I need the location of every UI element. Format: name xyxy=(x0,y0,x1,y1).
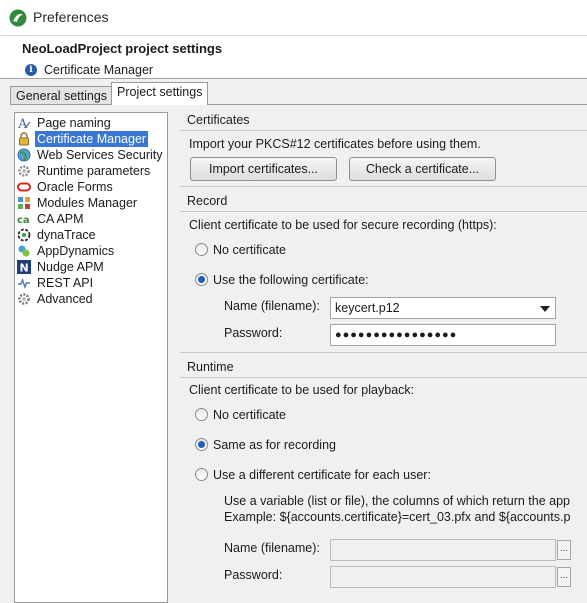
info-icon: i xyxy=(25,64,37,76)
runtime-description: Client certificate to be used for playba… xyxy=(189,383,415,397)
lock-icon xyxy=(19,132,29,146)
ca-icon: ca xyxy=(17,215,30,226)
runtime-name-browse-button[interactable]: ... xyxy=(557,540,571,560)
check-certificate-button[interactable]: Check a certificate... xyxy=(349,157,496,181)
tree-item-label: REST API xyxy=(37,276,94,290)
runtime-no-certificate-radio[interactable] xyxy=(195,408,208,421)
import-certificates-button[interactable]: Import certificates... xyxy=(190,157,337,181)
runtime-name-label: Name (filename): xyxy=(224,541,320,555)
runtime-hint-line2: Example: ${accounts.certificate}=cert_03… xyxy=(224,510,571,524)
tree-item-label: Modules Manager xyxy=(37,196,138,210)
runtime-password-label: Password: xyxy=(224,568,283,582)
record-password-field[interactable]: ●●●●●●●●●●●●●●●● xyxy=(330,324,556,346)
runtime-no-certificate-label[interactable]: No certificate xyxy=(213,408,286,422)
rest-icon xyxy=(18,277,30,290)
window-title: Preferences xyxy=(33,9,109,25)
runtime-password-browse-button[interactable]: ... xyxy=(557,567,571,587)
tree-item-label: dynaTrace xyxy=(37,228,96,242)
section-divider xyxy=(180,130,587,131)
record-section-title: Record xyxy=(187,194,228,208)
tree-item-label: Nudge APM xyxy=(37,260,104,274)
settings-header: NeoLoadProject project settings i Certif… xyxy=(0,36,587,78)
tree-item-label: AppDynamics xyxy=(37,244,115,258)
tree-item-label: Page naming xyxy=(37,116,111,130)
record-description: Client certificate to be used for secure… xyxy=(189,218,497,232)
dynatrace-icon xyxy=(17,228,31,242)
chevron-down-icon[interactable] xyxy=(540,306,550,312)
tree-item-label: Runtime parameters xyxy=(37,164,151,178)
certificates-section-title: Certificates xyxy=(187,113,250,127)
runtime-section-title: Runtime xyxy=(187,360,234,374)
settings-tree[interactable]: A Page naming Certificate Manager Web Se… xyxy=(14,112,168,603)
svg-text:A: A xyxy=(17,117,28,130)
header-divider xyxy=(0,78,587,79)
runtime-different-certificate-label[interactable]: Use a different certificate for each use… xyxy=(213,468,431,482)
app-logo-icon xyxy=(9,9,27,27)
runtime-same-as-recording-label[interactable]: Same as for recording xyxy=(213,438,336,452)
record-use-certificate-label[interactable]: Use the following certificate: xyxy=(213,273,369,287)
page-subtitle: Certificate Manager xyxy=(44,63,154,77)
title-bar: Preferences xyxy=(0,0,587,36)
nudge-icon: N xyxy=(17,260,31,274)
runtime-same-as-recording-radio[interactable] xyxy=(195,438,208,451)
page-title: NeoLoadProject project settings xyxy=(22,41,223,56)
tree-item-label: CA APM xyxy=(37,212,84,226)
runtime-name-field[interactable] xyxy=(330,539,556,561)
oracle-icon xyxy=(17,182,31,192)
tree-item-label: Advanced xyxy=(37,292,93,306)
tab-project-settings[interactable]: Project settings xyxy=(111,82,209,105)
certificates-description: Import your PKCS#12 certificates before … xyxy=(189,137,481,151)
section-divider xyxy=(180,186,587,187)
section-divider xyxy=(180,377,587,378)
globe-icon xyxy=(17,148,31,162)
gear-icon xyxy=(18,293,30,305)
runtime-password-field[interactable] xyxy=(330,566,556,588)
record-certificate-value: keycert.p12 xyxy=(335,301,400,315)
appdynamics-icon xyxy=(18,245,30,257)
runtime-different-certificate-radio[interactable] xyxy=(195,468,208,481)
tree-item-label: Web Services Security xyxy=(37,148,163,162)
record-no-certificate-label[interactable]: No certificate xyxy=(213,243,286,257)
tab-general-settings[interactable]: General settings xyxy=(10,86,114,104)
text-a-icon: A xyxy=(17,117,31,130)
section-divider xyxy=(180,211,587,212)
runtime-hint-line1: Use a variable (list or file), the colum… xyxy=(224,494,570,508)
record-certificate-combo[interactable]: keycert.p12 xyxy=(330,297,556,319)
section-divider xyxy=(180,352,587,353)
svg-text:N: N xyxy=(20,262,29,275)
tree-item-label: Oracle Forms xyxy=(37,180,113,194)
modules-icon xyxy=(18,197,30,209)
svg-text:ca: ca xyxy=(17,215,30,226)
record-password-label: Password: xyxy=(224,326,283,340)
gear-icon xyxy=(18,165,30,177)
record-name-label: Name (filename): xyxy=(224,299,320,313)
record-use-certificate-radio[interactable] xyxy=(195,273,208,286)
tree-item-label: Certificate Manager xyxy=(35,131,149,147)
record-no-certificate-radio[interactable] xyxy=(195,243,208,256)
